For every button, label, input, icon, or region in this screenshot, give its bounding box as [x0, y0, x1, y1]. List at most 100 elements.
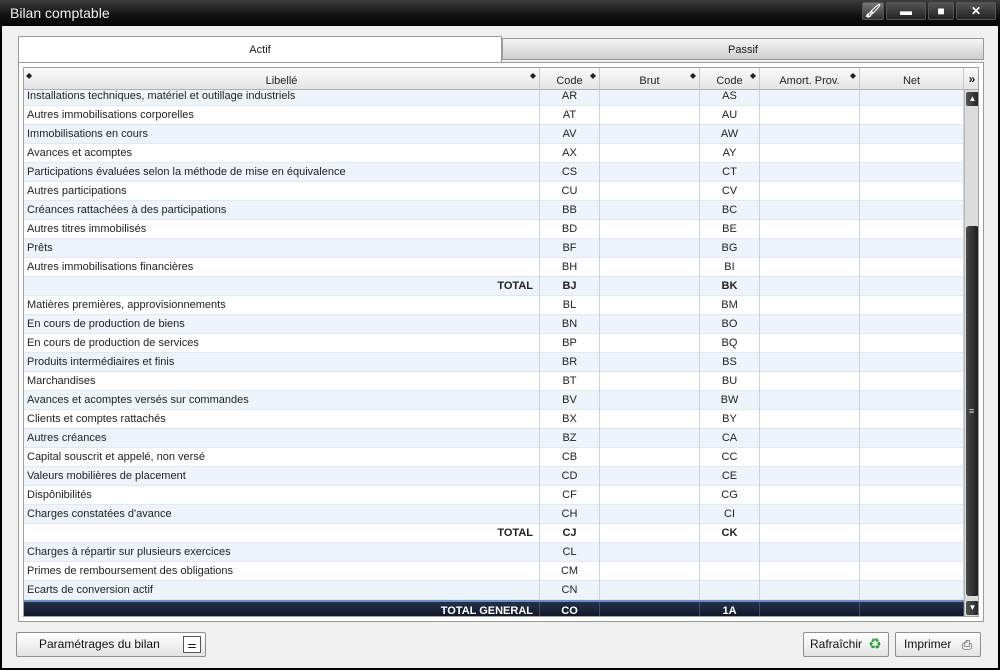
cell-amort[interactable]	[760, 410, 860, 429]
cell-net[interactable]	[860, 220, 964, 239]
cell-brut[interactable]	[600, 106, 700, 125]
cell-amort[interactable]	[760, 258, 860, 277]
cell-net[interactable]	[860, 562, 964, 581]
cell-amort[interactable]	[760, 486, 860, 505]
cell-net[interactable]	[860, 372, 964, 391]
cell-net[interactable]	[860, 581, 964, 600]
cell-amort[interactable]	[760, 90, 860, 106]
cell-amort[interactable]	[760, 334, 860, 353]
table-row[interactable]: Autres immobilisations corporelles AT AU	[24, 106, 964, 125]
maximize-button[interactable]: ■	[928, 2, 954, 20]
table-row[interactable]: Capital souscrit et appelé, non versé CB C…	[24, 448, 964, 467]
cell-net[interactable]	[860, 448, 964, 467]
cell-net[interactable]	[860, 429, 964, 448]
print-button[interactable]: Imprimer ⎙	[895, 632, 981, 657]
column-header-amort[interactable]: Amort. Prov. ◆	[760, 68, 860, 90]
cell-amort[interactable]	[760, 144, 860, 163]
cell-amort[interactable]	[760, 353, 860, 372]
column-header-libelle[interactable]: ◆ Libellé ◆	[24, 68, 540, 90]
cell-brut[interactable]	[600, 277, 700, 296]
cell-brut[interactable]	[600, 467, 700, 486]
cell-brut[interactable]	[600, 315, 700, 334]
close-button[interactable]: ✕	[956, 2, 996, 20]
table-row[interactable]: Autres immobilisations financières BH BI	[24, 258, 964, 277]
table-row[interactable]: Participations évaluées selon la méthode…	[24, 163, 964, 182]
table-row[interactable]: Créances rattachées à des participations…	[24, 201, 964, 220]
table-row[interactable]: Primes de remboursement des obligations C…	[24, 562, 964, 581]
table-row[interactable]: Clients et comptes rattachés BX BY	[24, 410, 964, 429]
column-header-code2[interactable]: Code ◆	[700, 68, 760, 90]
cell-net[interactable]	[860, 163, 964, 182]
table-row[interactable]: Prêts BF BG	[24, 239, 964, 258]
cell-amort[interactable]	[760, 429, 860, 448]
cell-brut[interactable]	[600, 448, 700, 467]
table-row[interactable]: Immobilisations en cours AV AW	[24, 125, 964, 144]
scrollbar-thumb[interactable]: ≡	[966, 226, 978, 596]
table-row[interactable]: Installations techniques, matériel et ou…	[24, 90, 964, 106]
table-row[interactable]: Matières premières, approvisionnements BL…	[24, 296, 964, 315]
cell-amort[interactable]	[760, 467, 860, 486]
cell-amort[interactable]	[760, 448, 860, 467]
cell-brut[interactable]	[600, 144, 700, 163]
cell-amort[interactable]	[760, 296, 860, 315]
cell-brut[interactable]	[600, 220, 700, 239]
refresh-button[interactable]: Rafraîchir ♻	[803, 632, 889, 657]
cell-net[interactable]	[860, 239, 964, 258]
brush-icon[interactable]: 🖌	[862, 2, 884, 20]
cell-net[interactable]	[860, 410, 964, 429]
column-header-code[interactable]: Code ◆	[540, 68, 600, 90]
cell-brut[interactable]	[600, 602, 700, 616]
table-row[interactable]: En cours de production de biens BN BO	[24, 315, 964, 334]
cell-brut[interactable]	[600, 505, 700, 524]
cell-amort[interactable]	[760, 543, 860, 562]
table-row[interactable]: Autres participations CU CV	[24, 182, 964, 201]
total-general-row[interactable]: TOTAL GENERAL CO 1A	[24, 600, 964, 616]
cell-net[interactable]	[860, 144, 964, 163]
cell-brut[interactable]	[600, 391, 700, 410]
cell-amort[interactable]	[760, 602, 860, 616]
expand-columns-icon[interactable]: »	[964, 68, 978, 90]
table-row[interactable]: Charges à répartir sur plusieurs exercic…	[24, 543, 964, 562]
cell-net[interactable]	[860, 296, 964, 315]
tab-actif[interactable]: Actif	[18, 36, 502, 63]
table-row[interactable]: Autres créances BZ CA	[24, 429, 964, 448]
cell-amort[interactable]	[760, 182, 860, 201]
cell-amort[interactable]	[760, 163, 860, 182]
cell-net[interactable]	[860, 602, 964, 616]
scroll-up-icon[interactable]: ▲	[966, 92, 978, 106]
cell-net[interactable]	[860, 315, 964, 334]
table-row[interactable]: Avances et acomptes AX AY	[24, 144, 964, 163]
cell-amort[interactable]	[760, 277, 860, 296]
vertical-scrollbar[interactable]: ▲ ≡ ▼	[964, 90, 978, 616]
cell-amort[interactable]	[760, 220, 860, 239]
table-row[interactable]: Produits intermédiaires et finis BR BS	[24, 353, 964, 372]
cell-brut[interactable]	[600, 258, 700, 277]
cell-amort[interactable]	[760, 125, 860, 144]
cell-net[interactable]	[860, 334, 964, 353]
cell-brut[interactable]	[600, 125, 700, 144]
cell-net[interactable]	[860, 125, 964, 144]
cell-brut[interactable]	[600, 90, 700, 106]
cell-amort[interactable]	[760, 315, 860, 334]
cell-amort[interactable]	[760, 106, 860, 125]
cell-brut[interactable]	[600, 543, 700, 562]
cell-net[interactable]	[860, 505, 964, 524]
cell-amort[interactable]	[760, 562, 860, 581]
cell-brut[interactable]	[600, 429, 700, 448]
table-row[interactable]: Autres titres immobilisés BD BE	[24, 220, 964, 239]
cell-brut[interactable]	[600, 296, 700, 315]
cell-net[interactable]	[860, 467, 964, 486]
table-row[interactable]: Ecarts de conversion actif CN	[24, 581, 964, 600]
scroll-down-icon[interactable]: ▼	[966, 601, 978, 615]
column-header-net[interactable]: Net	[860, 68, 964, 90]
cell-amort[interactable]	[760, 505, 860, 524]
cell-net[interactable]	[860, 201, 964, 220]
cell-brut[interactable]	[600, 410, 700, 429]
cell-net[interactable]	[860, 524, 964, 543]
cell-amort[interactable]	[760, 391, 860, 410]
total-row[interactable]: TOTAL BJ BK	[24, 277, 964, 296]
cell-net[interactable]	[860, 258, 964, 277]
table-row[interactable]: Valeurs mobilières de placement CD CE	[24, 467, 964, 486]
cell-brut[interactable]	[600, 239, 700, 258]
parametrages-button[interactable]: Paramétrages du bilan ⚌	[16, 632, 206, 657]
